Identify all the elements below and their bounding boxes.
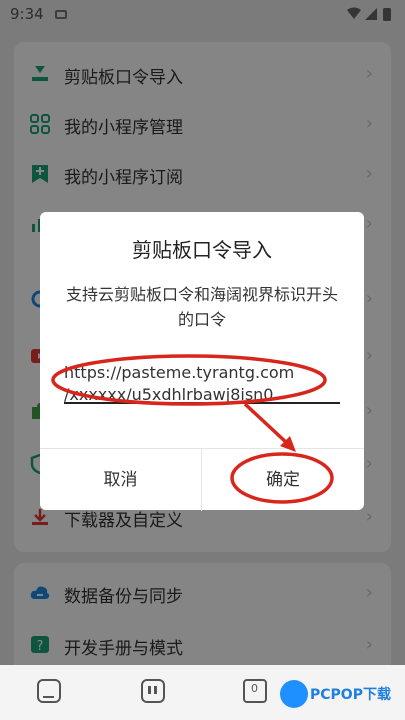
dialog-message: 支持云剪贴板口令和海阔视界标识开头的口令: [65, 285, 338, 329]
nav-home-icon[interactable]: [37, 679, 61, 703]
watermark-logo: PCPOP下载: [280, 680, 400, 716]
clipboard-code-input[interactable]: https://pasteme.tyrantg.com /xxxxxx/u5xd…: [64, 362, 340, 406]
input-text-line-1: https://pasteme.tyrantg.com: [64, 363, 295, 382]
cancel-button[interactable]: 取消: [40, 449, 202, 511]
dialog-title: 剪贴板口令导入: [132, 238, 272, 262]
clipboard-import-dialog: 剪贴板口令导入 支持云剪贴板口令和海阔视界标识开头的口令 https://pas…: [40, 212, 364, 511]
watermark-text: PCPOP下载: [310, 687, 391, 703]
confirm-button[interactable]: 确定: [202, 449, 364, 511]
globe-icon: [280, 680, 308, 708]
nav-pause-icon[interactable]: [141, 679, 165, 703]
dialog-button-row: 取消 确定: [40, 448, 364, 511]
nav-count-icon[interactable]: 0: [243, 679, 267, 703]
input-underline: [64, 402, 340, 404]
